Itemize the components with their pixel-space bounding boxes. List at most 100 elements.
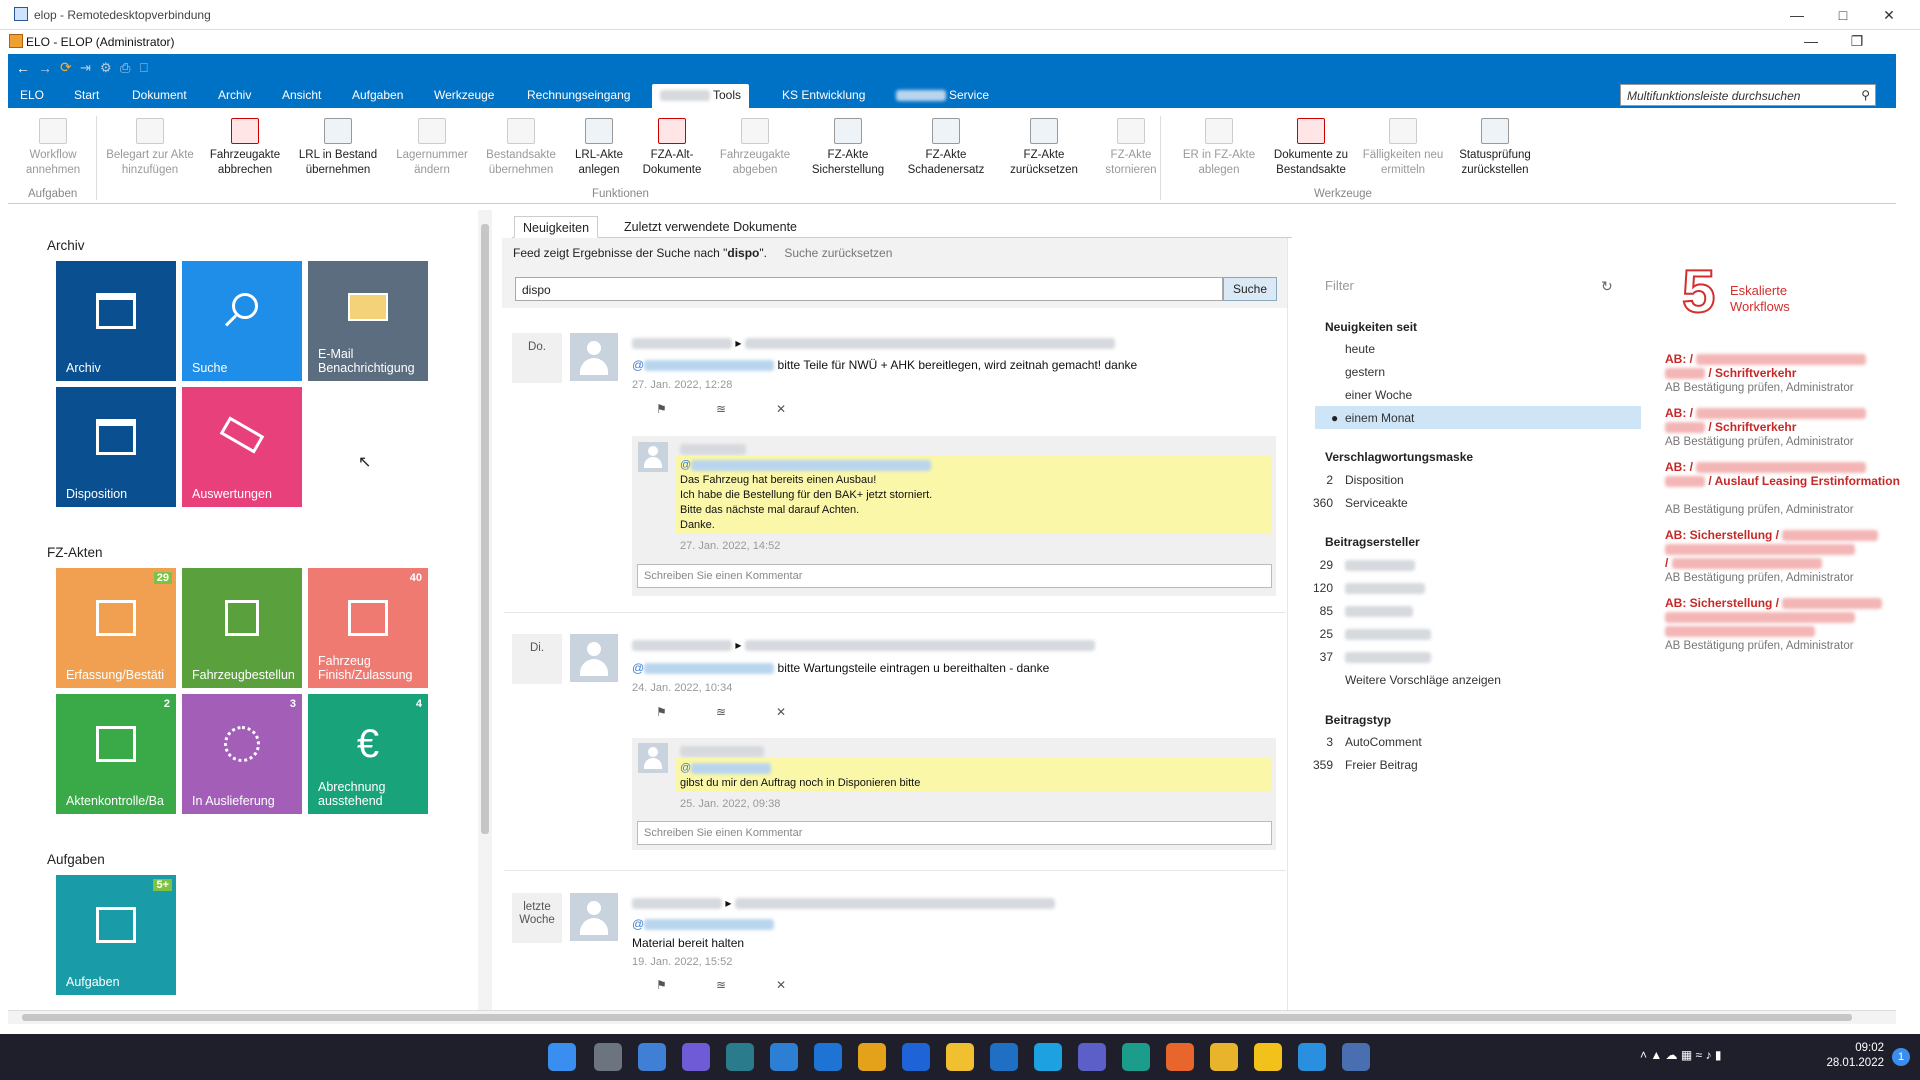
feed-search-button[interactable]: Suche bbox=[1223, 277, 1277, 301]
feed-search-input[interactable]: dispo bbox=[515, 277, 1223, 301]
skype-icon[interactable] bbox=[1034, 1043, 1062, 1071]
dokumente-bestandsakte-button[interactable]: Dokumente zu Bestandsakte bbox=[1264, 118, 1358, 178]
tile-email-benachrichtigung[interactable]: E-Mail Benachrichtigung bbox=[308, 261, 428, 381]
tile-aufgaben[interactable]: 5+ Aufgaben bbox=[56, 875, 176, 995]
escalated-item[interactable]: AB: / / Schriftverkehr bbox=[1665, 406, 1867, 434]
lrl-akte-anlegen-button[interactable]: LRL-Akte anlegen bbox=[570, 118, 628, 178]
fahrzeugakte-abbrechen-button[interactable]: Fahrzeugakte abbrechen bbox=[204, 118, 286, 178]
fza-alt-dokumente-button[interactable]: FZA-Alt-Dokumente bbox=[634, 118, 710, 178]
scrollbar-thumb[interactable] bbox=[481, 224, 489, 834]
goto-icon[interactable]: ⇥ bbox=[80, 60, 91, 76]
rss-icon[interactable]: ≊ bbox=[716, 402, 776, 416]
filter-since-heute[interactable]: heute bbox=[1345, 342, 1375, 356]
sticky-notes-icon[interactable] bbox=[1254, 1043, 1282, 1071]
reset-search-link[interactable]: Suche zurücksetzen bbox=[784, 246, 892, 260]
filter-since-gestern[interactable]: gestern bbox=[1345, 365, 1385, 379]
refresh-icon[interactable]: ⟳ bbox=[60, 59, 72, 76]
close-icon[interactable]: ✕ bbox=[776, 978, 836, 992]
print-icon[interactable]: ⎙ bbox=[120, 60, 130, 76]
mail-icon[interactable] bbox=[770, 1043, 798, 1071]
scrollbar-thumb[interactable] bbox=[22, 1014, 1852, 1021]
tile-in-auslieferung[interactable]: 3 In Auslieferung bbox=[182, 694, 302, 814]
tab-werkzeuge[interactable]: Werkzeuge bbox=[426, 87, 502, 107]
escalated-item[interactable]: AB: Sicherstellung / bbox=[1665, 596, 1883, 638]
fahrzeugakte-abgeben-button[interactable]: Fahrzeugakte abgeben bbox=[714, 118, 796, 178]
onedrive-icon[interactable] bbox=[814, 1043, 842, 1071]
tab-aufgaben[interactable]: Aufgaben bbox=[344, 87, 411, 107]
tab-ks-entwicklung[interactable]: KS Entwicklung bbox=[774, 87, 873, 107]
bestandsakte-uebernehmen-button[interactable]: Bestandsakte übernehmen bbox=[476, 118, 566, 178]
filter-author[interactable] bbox=[1345, 627, 1431, 641]
tab-service[interactable]: Service bbox=[888, 87, 997, 107]
horizontal-scrollbar[interactable] bbox=[8, 1010, 1896, 1024]
back-icon[interactable]: ← bbox=[16, 60, 30, 76]
tile-aktenkontrolle[interactable]: 2 Aktenkontrolle/Ba bbox=[56, 694, 176, 814]
escalated-item[interactable]: AB: / / Schriftverkehr bbox=[1665, 352, 1867, 380]
start-icon[interactable] bbox=[548, 1043, 576, 1071]
clock[interactable]: 09:02 28.01.2022 bbox=[1826, 1041, 1884, 1071]
fz-akte-zuruecksetzen-button[interactable]: FZ-Akte zurücksetzen bbox=[998, 118, 1090, 178]
tile-erfassung[interactable]: 29 Erfassung/Bestäti bbox=[56, 568, 176, 688]
fz-akte-schadenersatz-button[interactable]: FZ-Akte Schadenersatz bbox=[898, 118, 994, 178]
tab-start[interactable]: Start bbox=[66, 87, 107, 107]
elo-minimize-button[interactable]: — bbox=[1788, 30, 1834, 52]
tile-auswertungen[interactable]: Auswertungen bbox=[182, 387, 302, 507]
tray-icons[interactable]: ˄ ▲ ☁ ▦ ≈ ♪ ▮ bbox=[1640, 1048, 1721, 1062]
close-button[interactable]: ✕ bbox=[1866, 4, 1912, 26]
tile-fahrzeug-finish[interactable]: 40 Fahrzeug Finish/Zulassung bbox=[308, 568, 428, 688]
tile-suche[interactable]: Suche bbox=[182, 261, 302, 381]
firefox-icon[interactable] bbox=[1166, 1043, 1194, 1071]
filter-type-freier-beitrag[interactable]: Freier Beitrag bbox=[1345, 758, 1418, 772]
fz-akte-stornieren-button[interactable]: FZ-Akte stornieren bbox=[1094, 118, 1168, 178]
rss-icon[interactable]: ≊ bbox=[716, 705, 776, 719]
teams-icon[interactable] bbox=[1078, 1043, 1106, 1071]
filter-since-woche[interactable]: einer Woche bbox=[1345, 388, 1412, 402]
notepad-icon[interactable] bbox=[1298, 1043, 1326, 1071]
app-icon[interactable] bbox=[858, 1043, 886, 1071]
faelligkeiten-ermitteln-button[interactable]: Fälligkeiten neu ermitteln bbox=[1358, 118, 1448, 178]
close-icon[interactable]: ✕ bbox=[776, 705, 836, 719]
tab-archiv[interactable]: Archiv bbox=[210, 87, 259, 107]
rss-icon[interactable]: ≊ bbox=[716, 978, 776, 992]
tab-elo[interactable]: ELO bbox=[12, 87, 52, 107]
filter-author[interactable] bbox=[1345, 581, 1425, 595]
filter-type-autocomment[interactable]: AutoComment bbox=[1345, 735, 1422, 749]
maximize-button[interactable]: □ bbox=[1820, 4, 1866, 26]
flag-icon[interactable]: ⚑ bbox=[656, 402, 716, 416]
widgets-icon[interactable] bbox=[638, 1043, 666, 1071]
tab-neuigkeiten[interactable]: Neuigkeiten bbox=[514, 216, 599, 238]
minimize-button[interactable]: — bbox=[1774, 4, 1820, 26]
elo-restore-button[interactable]: ❐ bbox=[1834, 30, 1880, 52]
comment-input[interactable]: Schreiben Sie einen Kommentar bbox=[637, 821, 1272, 845]
filter-mask-serviceakte[interactable]: Serviceakte bbox=[1345, 496, 1408, 510]
tab-tools[interactable]: Tools bbox=[652, 84, 750, 108]
ribbon-search-input[interactable]: Multifunktionsleiste durchsuchen ⚲ bbox=[1620, 84, 1876, 106]
filter-author[interactable] bbox=[1345, 558, 1415, 572]
remote-desktop-icon[interactable] bbox=[1342, 1043, 1370, 1071]
tile-archiv[interactable]: Archiv bbox=[56, 261, 176, 381]
dropbox-icon[interactable] bbox=[902, 1043, 930, 1071]
statuspruefung-zurueckstellen-button[interactable]: Statusprüfung zurückstellen bbox=[1448, 118, 1542, 178]
task-view-icon[interactable] bbox=[594, 1043, 622, 1071]
escalated-item[interactable]: AB: Sicherstellung / / bbox=[1665, 528, 1879, 570]
belegart-hinzufuegen-button[interactable]: Belegart zur Akte hinzufügen bbox=[104, 118, 196, 178]
tab-rechnungseingang[interactable]: Rechnungseingang bbox=[519, 87, 638, 107]
explorer-icon[interactable] bbox=[946, 1043, 974, 1071]
chat-icon[interactable] bbox=[682, 1043, 710, 1071]
notification-badge[interactable]: 1 bbox=[1892, 1048, 1910, 1066]
filter-author[interactable] bbox=[1345, 650, 1431, 664]
chrome-icon[interactable] bbox=[1210, 1043, 1238, 1071]
comment-input[interactable]: Schreiben Sie einen Kommentar bbox=[637, 564, 1272, 588]
filter-author[interactable] bbox=[1345, 604, 1413, 618]
outlook-icon[interactable] bbox=[990, 1043, 1018, 1071]
tile-disposition[interactable]: Disposition bbox=[56, 387, 176, 507]
close-icon[interactable]: ✕ bbox=[776, 402, 836, 416]
filter-mask-disposition[interactable]: Disposition bbox=[1345, 473, 1404, 487]
er-in-fz-akte-button[interactable]: ER in FZ-Akte ablegen bbox=[1176, 118, 1262, 178]
lrl-bestand-button[interactable]: LRL in Bestand übernehmen bbox=[292, 118, 384, 178]
tab-ansicht[interactable]: Ansicht bbox=[274, 87, 329, 107]
tile-abrechnung[interactable]: 4 € Abrechnung ausstehend bbox=[308, 694, 428, 814]
lagernummer-aendern-button[interactable]: Lagernummer ändern bbox=[388, 118, 476, 178]
tile-fahrzeugbestellung[interactable]: Fahrzeugbestellun bbox=[182, 568, 302, 688]
filter-since-monat[interactable]: einem Monat bbox=[1345, 411, 1414, 425]
